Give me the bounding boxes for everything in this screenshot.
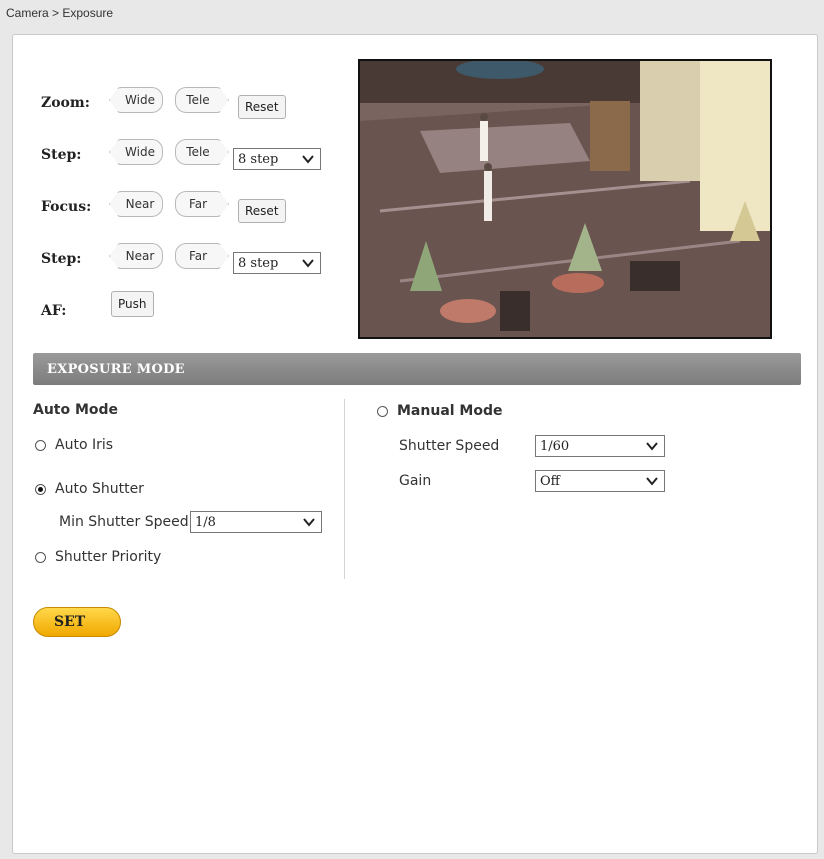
min-shutter-speed-label: Min Shutter Speed xyxy=(59,514,189,530)
auto-iris-option[interactable]: Auto Iris xyxy=(35,437,113,453)
gain-label: Gain xyxy=(399,473,432,489)
zoom-tele-button[interactable]: Tele xyxy=(175,87,229,113)
zoom-wide-button[interactable]: Wide xyxy=(109,87,163,113)
focus-step-label: Step: xyxy=(41,251,82,267)
zoom-label: Zoom: xyxy=(41,95,90,111)
chevron-down-icon xyxy=(646,442,658,451)
zoom-step-tele-button[interactable]: Tele xyxy=(175,139,229,165)
chevron-down-icon xyxy=(646,477,658,486)
breadcrumb: Camera > Exposure xyxy=(6,6,114,20)
auto-iris-label: Auto Iris xyxy=(55,437,114,453)
camera-feed-image xyxy=(360,61,770,337)
radio-selected-icon xyxy=(35,483,46,495)
radio-icon xyxy=(35,551,46,563)
auto-mode-title: Auto Mode xyxy=(33,402,119,418)
focus-step-far-button[interactable]: Far xyxy=(175,243,229,269)
af-push-button[interactable]: Push xyxy=(111,291,154,317)
set-button[interactable]: SET xyxy=(33,607,121,637)
gain-select[interactable]: Off xyxy=(535,470,665,492)
focus-near-button[interactable]: Near xyxy=(109,191,163,217)
shutter-speed-select[interactable]: 1/60 xyxy=(535,435,665,457)
zoom-step-label: Step: xyxy=(41,147,82,163)
shutter-priority-label: Shutter Priority xyxy=(55,549,162,565)
radio-icon xyxy=(35,439,46,451)
camera-live-view xyxy=(358,59,772,339)
manual-mode-label: Manual Mode xyxy=(397,403,503,419)
zoom-step-select[interactable]: 8 step xyxy=(233,148,321,170)
af-label: AF: xyxy=(41,303,67,319)
focus-reset-button[interactable]: Reset xyxy=(238,199,286,223)
chevron-down-icon xyxy=(302,259,314,268)
auto-shutter-label: Auto Shutter xyxy=(55,481,144,497)
chevron-down-icon xyxy=(303,518,315,527)
shutter-speed-label: Shutter Speed xyxy=(399,438,500,454)
column-divider xyxy=(344,399,345,579)
focus-label: Focus: xyxy=(41,199,92,215)
radio-icon xyxy=(377,405,388,417)
gain-value: Off xyxy=(540,473,560,489)
min-shutter-speed-select[interactable]: 1/8 xyxy=(190,511,322,533)
manual-mode-option[interactable]: Manual Mode xyxy=(377,403,503,419)
chevron-down-icon xyxy=(302,155,314,164)
focus-far-button[interactable]: Far xyxy=(175,191,229,217)
shutter-priority-option[interactable]: Shutter Priority xyxy=(35,549,161,565)
focus-step-select[interactable]: 8 step xyxy=(233,252,321,274)
focus-step-near-button[interactable]: Near xyxy=(109,243,163,269)
zoom-reset-button[interactable]: Reset xyxy=(238,95,286,119)
min-shutter-speed-value: 1/8 xyxy=(195,514,216,530)
auto-shutter-option[interactable]: Auto Shutter xyxy=(35,481,144,497)
focus-step-value: 8 step xyxy=(238,255,279,271)
exposure-panel: Zoom: Wide Tele Reset Step: Wide Tele 8 … xyxy=(12,34,818,854)
shutter-speed-value: 1/60 xyxy=(540,438,570,454)
zoom-step-value: 8 step xyxy=(238,151,279,167)
zoom-step-wide-button[interactable]: Wide xyxy=(109,139,163,165)
exposure-mode-header: EXPOSURE MODE xyxy=(33,353,801,385)
